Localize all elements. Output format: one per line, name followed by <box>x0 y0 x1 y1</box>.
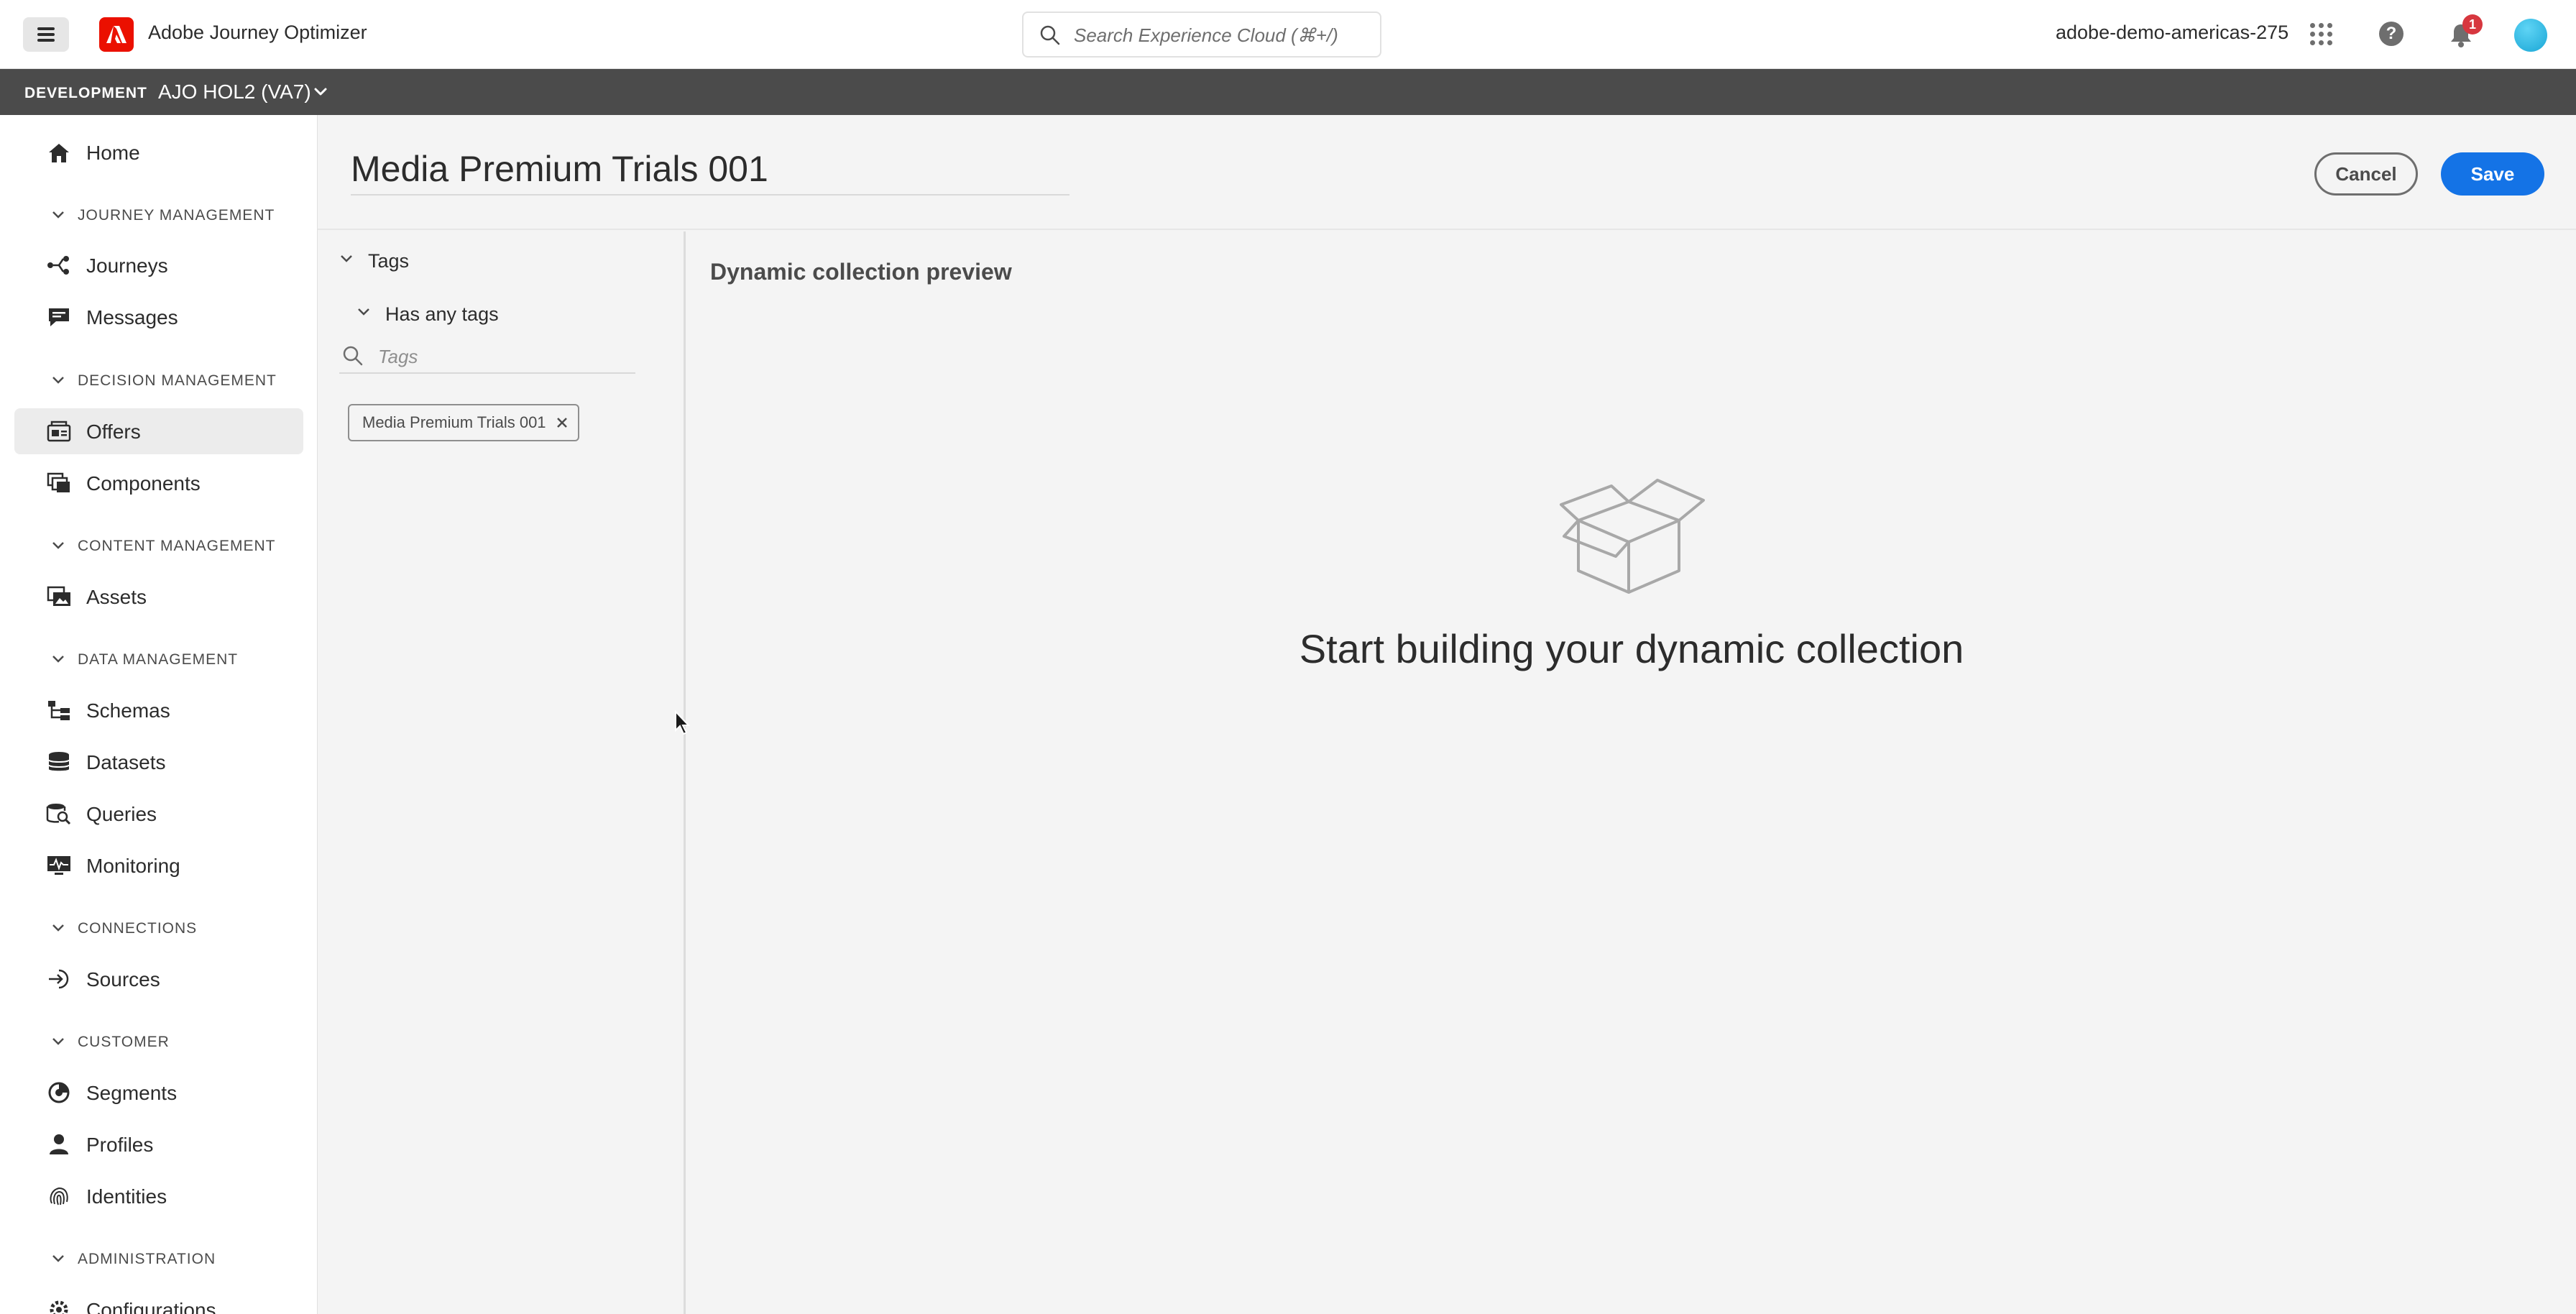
section-label: JOURNEY MANAGEMENT <box>78 207 275 224</box>
nav-item-configurations[interactable]: Configurations <box>14 1287 303 1314</box>
nav-item-label: Assets <box>86 586 147 608</box>
chevron-down-icon <box>52 211 64 219</box>
user-icon <box>50 1134 68 1154</box>
nav-item-offers[interactable]: Offers <box>14 408 303 454</box>
nav-item-assets[interactable]: Assets <box>14 574 303 620</box>
environment-bar: DEVELOPMENT AJO HOL2 (VA7) <box>0 69 2576 115</box>
chevron-down-icon <box>52 377 64 384</box>
database-icon <box>48 752 70 771</box>
tag-search-input[interactable] <box>378 345 594 368</box>
nav-item-label: Messages <box>86 306 178 328</box>
filter-panel: Tags Has any tags Media Premium Trials 0… <box>318 231 686 1314</box>
global-search[interactable] <box>1022 12 1381 58</box>
help-icon[interactable]: ? <box>2379 22 2404 46</box>
preview-title: Dynamic collection preview <box>710 259 1012 285</box>
nav-item-label: Configurations <box>86 1299 216 1314</box>
journeys-icon <box>47 256 69 275</box>
chevron-down-icon <box>52 542 64 549</box>
chevron-down-icon <box>358 308 369 316</box>
cancel-button[interactable]: Cancel <box>2314 152 2418 196</box>
nav-item-segments[interactable]: Segments <box>14 1070 303 1116</box>
app-title[interactable]: Adobe Journey Optimizer <box>148 22 367 44</box>
apps-grid-icon[interactable] <box>2309 22 2334 47</box>
org-switcher[interactable]: adobe-demo-americas-275 <box>2056 22 2288 44</box>
collection-name-field[interactable]: Media Premium Trials 001 <box>351 148 1070 196</box>
search-input[interactable] <box>1074 23 1368 47</box>
chevron-down-icon <box>52 924 64 932</box>
nav-item-label: Components <box>86 472 201 495</box>
chevron-down-icon <box>341 255 352 262</box>
chevron-down-icon <box>52 1038 64 1045</box>
empty-state-message: Start building your dynamic collection <box>1299 626 1964 671</box>
home-icon <box>49 144 69 162</box>
page-header: Media Premium Trials 001 Cancel Save <box>318 115 2576 230</box>
nav-item-home[interactable]: Home <box>14 129 303 175</box>
collection-preview: Dynamic collection preview Start buildin… <box>687 231 2576 1314</box>
schema-icon <box>48 701 70 720</box>
nav-item-queries[interactable]: Queries <box>14 791 303 837</box>
save-button[interactable]: Save <box>2441 152 2544 196</box>
chevron-down-icon[interactable] <box>312 83 329 101</box>
tags-filter-label: Tags <box>368 250 410 272</box>
nav-item-profiles[interactable]: Profiles <box>14 1121 303 1167</box>
gear-icon <box>50 1300 68 1314</box>
fingerprint-icon <box>50 1187 68 1205</box>
nav-item-sources[interactable]: Sources <box>14 956 303 1002</box>
nav-item-label: Offers <box>86 421 141 443</box>
user-avatar[interactable] <box>2514 19 2547 52</box>
menu-icon[interactable] <box>23 17 69 52</box>
nav-item-label: Identities <box>86 1185 167 1208</box>
sandbox-switcher[interactable]: AJO HOL2 (VA7) <box>158 81 311 104</box>
nav-item-schemas[interactable]: Schemas <box>14 687 303 733</box>
section-label: DECISION MANAGEMENT <box>78 372 277 389</box>
offers-icon <box>47 421 71 442</box>
nav-item-messages[interactable]: Messages <box>14 294 303 340</box>
adobe-logo-icon[interactable] <box>99 17 134 52</box>
nav-item-monitoring[interactable]: Monitoring <box>14 842 303 888</box>
empty-box-icon <box>1560 479 1705 594</box>
segments-icon <box>48 1082 70 1103</box>
nav-item-journeys[interactable]: Journeys <box>14 242 303 288</box>
section-label: CUSTOMER <box>78 1034 170 1050</box>
environment-label: DEVELOPMENT <box>24 85 147 101</box>
tag-condition-label: Has any tags <box>385 303 499 325</box>
search-icon <box>1040 25 1060 45</box>
message-icon <box>49 308 69 326</box>
nav-item-label: Profiles <box>86 1134 154 1156</box>
section-label: CONNECTIONS <box>78 920 198 937</box>
chevron-down-icon <box>52 656 64 663</box>
sources-icon <box>49 969 69 989</box>
monitoring-icon <box>47 856 70 875</box>
nav-item-label: Home <box>86 142 140 164</box>
tag-search[interactable] <box>339 338 635 374</box>
nav-item-datasets[interactable]: Datasets <box>14 739 303 785</box>
notification-badge: 1 <box>2462 14 2483 35</box>
nav-item-label: Datasets <box>86 751 166 773</box>
nav-item-label: Schemas <box>86 699 170 722</box>
chevron-down-icon <box>52 1255 64 1262</box>
nav-item-label: Journeys <box>86 254 168 277</box>
section-label: DATA MANAGEMENT <box>78 651 239 668</box>
left-nav: Home JOURNEY MANAGEMENT Journeys Message… <box>0 115 318 1314</box>
search-icon <box>343 346 363 366</box>
nav-item-label: Segments <box>86 1082 178 1104</box>
components-icon <box>47 472 70 492</box>
assets-icon <box>47 586 70 606</box>
section-label: CONTENT MANAGEMENT <box>78 538 276 554</box>
nav-item-label: Queries <box>86 803 157 825</box>
mouse-cursor-icon <box>675 710 691 735</box>
app-root: Adobe Journey Optimizer adobe-demo-ameri… <box>0 0 2576 1314</box>
close-icon[interactable] <box>555 415 569 430</box>
nav-item-label: Monitoring <box>86 855 180 877</box>
top-bar: Adobe Journey Optimizer adobe-demo-ameri… <box>0 0 2576 69</box>
nav-item-components[interactable]: Components <box>14 460 303 506</box>
nav-item-identities[interactable]: Identities <box>14 1173 303 1219</box>
selected-tag-chip[interactable]: Media Premium Trials 001 <box>348 404 579 441</box>
queries-icon <box>46 804 71 825</box>
tag-chip-label: Media Premium Trials 001 <box>362 413 546 431</box>
nav-item-label: Sources <box>86 968 160 991</box>
section-label: ADMINISTRATION <box>78 1251 216 1267</box>
